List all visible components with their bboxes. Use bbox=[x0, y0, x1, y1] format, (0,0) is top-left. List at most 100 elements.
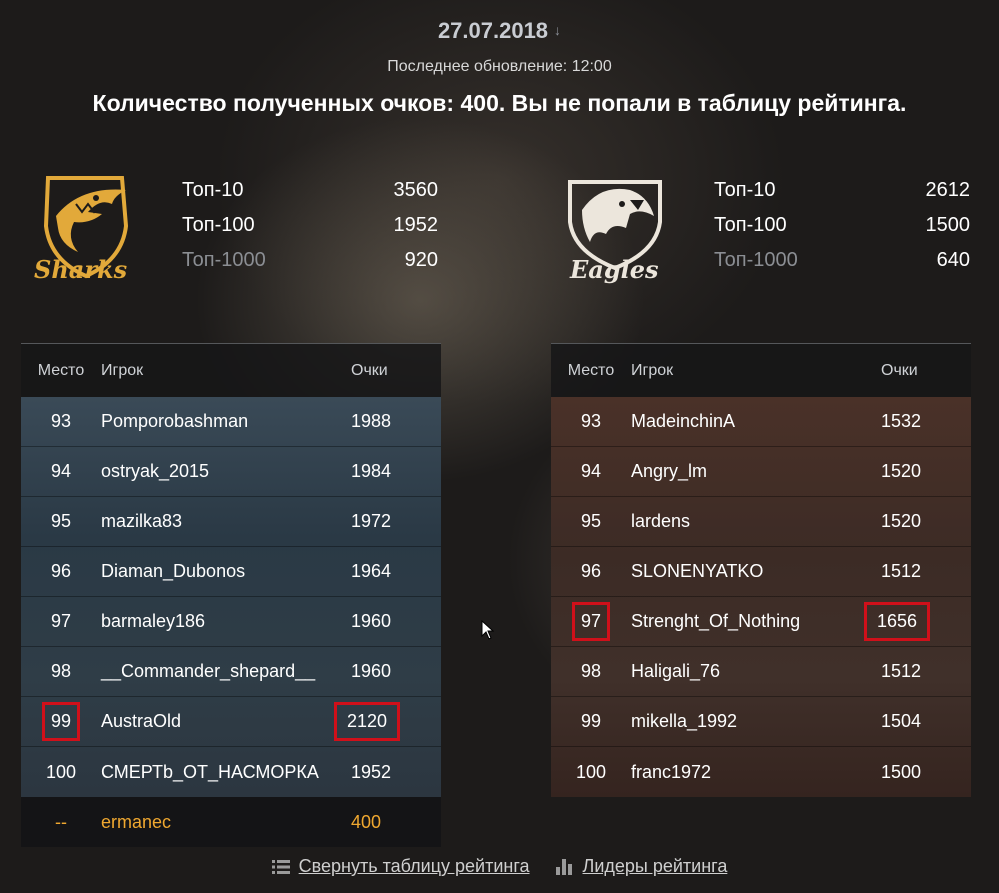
table-row: 96 SLONENYATKO 1512 bbox=[551, 547, 971, 597]
row-points: 400 bbox=[351, 811, 382, 832]
date-selector[interactable]: 27.07.2018 ↓ bbox=[0, 18, 999, 44]
last-update-text: Последнее обновление: 12:00 bbox=[387, 58, 612, 75]
row-points: 1984 bbox=[351, 461, 392, 481]
table-body: 93 Pomporobashman 1988 94 ostryak_2015 1984 … bbox=[21, 397, 441, 797]
row-player: Pomporobashman bbox=[101, 411, 249, 431]
table-row: 97 barmaley186 1960 bbox=[21, 597, 441, 647]
row-player: mikella_1992 bbox=[631, 711, 738, 731]
top-label: Топ-10 bbox=[714, 179, 776, 201]
collapse-table-label[interactable]: Свернуть таблицу рейтинга bbox=[299, 856, 530, 877]
row-place: 95 bbox=[580, 511, 602, 531]
table-row: 93 Pomporobashman 1988 bbox=[21, 397, 441, 447]
table-row: 95 mazilka83 1972 bbox=[21, 497, 441, 547]
top-label: Топ-10 bbox=[182, 179, 244, 201]
top-value: 2612 bbox=[925, 179, 971, 201]
row-place: 97 bbox=[551, 602, 631, 641]
sharks-top1000-row: Топ-1000 920 bbox=[182, 246, 438, 281]
leaders-link[interactable]: Лидеры рейтинга bbox=[555, 856, 728, 877]
row-place: 95 bbox=[50, 511, 72, 531]
row-player: barmaley186 bbox=[101, 611, 206, 631]
eagles-logo: Eagles bbox=[560, 170, 670, 290]
row-place: 99 bbox=[580, 711, 602, 731]
top-label: Топ-1000 bbox=[182, 249, 266, 271]
row-points: 1520 bbox=[881, 461, 922, 481]
sharks-top-thresholds: Топ-10 3560 Топ-100 1952 Топ-1000 920 bbox=[182, 176, 438, 281]
row-player: AustraOld bbox=[101, 711, 182, 731]
row-player: Strenght_Of_Nothing bbox=[631, 611, 801, 631]
row-player: ermanec bbox=[101, 811, 172, 832]
top-value: 1500 bbox=[925, 214, 971, 236]
row-points: 1952 bbox=[351, 761, 392, 782]
row-place: 94 bbox=[580, 461, 602, 481]
score-headline: Количество полученных очков: 400. Вы не … bbox=[92, 90, 907, 116]
column-points: Очки bbox=[881, 361, 918, 379]
row-points: 1972 bbox=[351, 511, 392, 531]
row-place: 97 bbox=[50, 611, 72, 631]
column-place: Место bbox=[37, 361, 85, 379]
column-player: Игрок bbox=[101, 361, 144, 379]
table-row: 98 Haligali_76 1512 bbox=[551, 647, 971, 697]
sharks-logo-text: Sharks bbox=[34, 256, 128, 284]
row-place: 100 bbox=[45, 761, 77, 782]
table-row: 93 MadeinchinA 1532 bbox=[551, 397, 971, 447]
row-player: lardens bbox=[631, 511, 691, 531]
highlighted-place: 97 bbox=[571, 602, 611, 641]
column-place: Место bbox=[567, 361, 615, 379]
top-label: Топ-1000 bbox=[714, 249, 798, 271]
row-place: 96 bbox=[50, 561, 72, 581]
row-place: 99 bbox=[21, 702, 101, 741]
row-player: __Commander_shepard__ bbox=[101, 661, 316, 681]
row-points: 1512 bbox=[881, 661, 922, 681]
row-points: 1656 bbox=[863, 602, 971, 641]
top-label: Топ-100 bbox=[182, 214, 255, 236]
sharks-rating-table: Место Игрок Очки 93 Pomporobashman 1988 94… bbox=[21, 343, 441, 847]
top-value: 1952 bbox=[393, 214, 439, 236]
row-place: 100 bbox=[575, 761, 607, 782]
table-row: 98 __Commander_shepard__ 1960 bbox=[21, 647, 441, 697]
highlighted-place: 99 bbox=[41, 702, 81, 741]
row-place: 98 bbox=[580, 661, 602, 681]
list-icon bbox=[271, 859, 290, 874]
row-points: 1504 bbox=[881, 711, 922, 731]
table-header: Место Игрок Очки bbox=[551, 343, 971, 397]
row-player: mazilka83 bbox=[101, 511, 183, 531]
table-row: 97 Strenght_Of_Nothing 1656 bbox=[551, 597, 971, 647]
row-place: -- bbox=[55, 811, 67, 832]
table-row: 99 AustraOld 2120 bbox=[21, 697, 441, 747]
eagles-top1000-row: Топ-1000 640 bbox=[714, 246, 970, 281]
column-player: Игрок bbox=[631, 361, 674, 379]
row-points: 1964 bbox=[351, 561, 392, 581]
current-player-row: -- ermanec 400 bbox=[21, 797, 441, 847]
arrow-down-icon[interactable]: ↓ bbox=[554, 22, 561, 38]
row-place: 93 bbox=[50, 411, 72, 431]
table-row: 94 ostryak_2015 1984 bbox=[21, 447, 441, 497]
top-value: 920 bbox=[404, 249, 438, 271]
row-player: Diaman_Dubonos bbox=[101, 561, 246, 581]
row-player: SLONENYATKO bbox=[631, 561, 764, 581]
leaders-label[interactable]: Лидеры рейтинга bbox=[583, 856, 728, 877]
bar-chart-icon bbox=[555, 858, 572, 875]
top-value: 3560 bbox=[393, 179, 439, 201]
row-player: MadeinchinA bbox=[631, 411, 736, 431]
top-value: 640 bbox=[936, 249, 970, 271]
column-points: Очки bbox=[351, 361, 388, 379]
row-player: ostryak_2015 bbox=[101, 461, 210, 481]
collapse-table-link[interactable]: Свернуть таблицу рейтинга bbox=[271, 856, 530, 877]
row-points: 1520 bbox=[881, 511, 922, 531]
table-row: 95 lardens 1520 bbox=[551, 497, 971, 547]
row-place: 96 bbox=[580, 561, 602, 581]
table-row: 94 Angry_lm 1520 bbox=[551, 447, 971, 497]
footer-links: Свернуть таблицу рейтинга Лидеры рейтинг… bbox=[0, 856, 999, 877]
sharks-top10-row: Топ-10 3560 bbox=[182, 176, 438, 211]
sharks-logo: Sharks bbox=[30, 168, 142, 292]
eagles-top-thresholds: Топ-10 2612 Топ-100 1500 Топ-1000 640 bbox=[714, 176, 970, 281]
row-place: 94 bbox=[50, 461, 72, 481]
mouse-cursor-icon bbox=[481, 620, 495, 640]
highlighted-points: 2120 bbox=[333, 702, 401, 741]
row-points: 2120 bbox=[333, 702, 441, 741]
row-points: 1960 bbox=[351, 661, 392, 681]
row-player: Haligali_76 bbox=[631, 661, 721, 681]
table-row: 100 franc1972 1500 bbox=[551, 747, 971, 797]
sharks-top100-row: Топ-100 1952 bbox=[182, 211, 438, 246]
row-points: 1988 bbox=[351, 411, 392, 431]
